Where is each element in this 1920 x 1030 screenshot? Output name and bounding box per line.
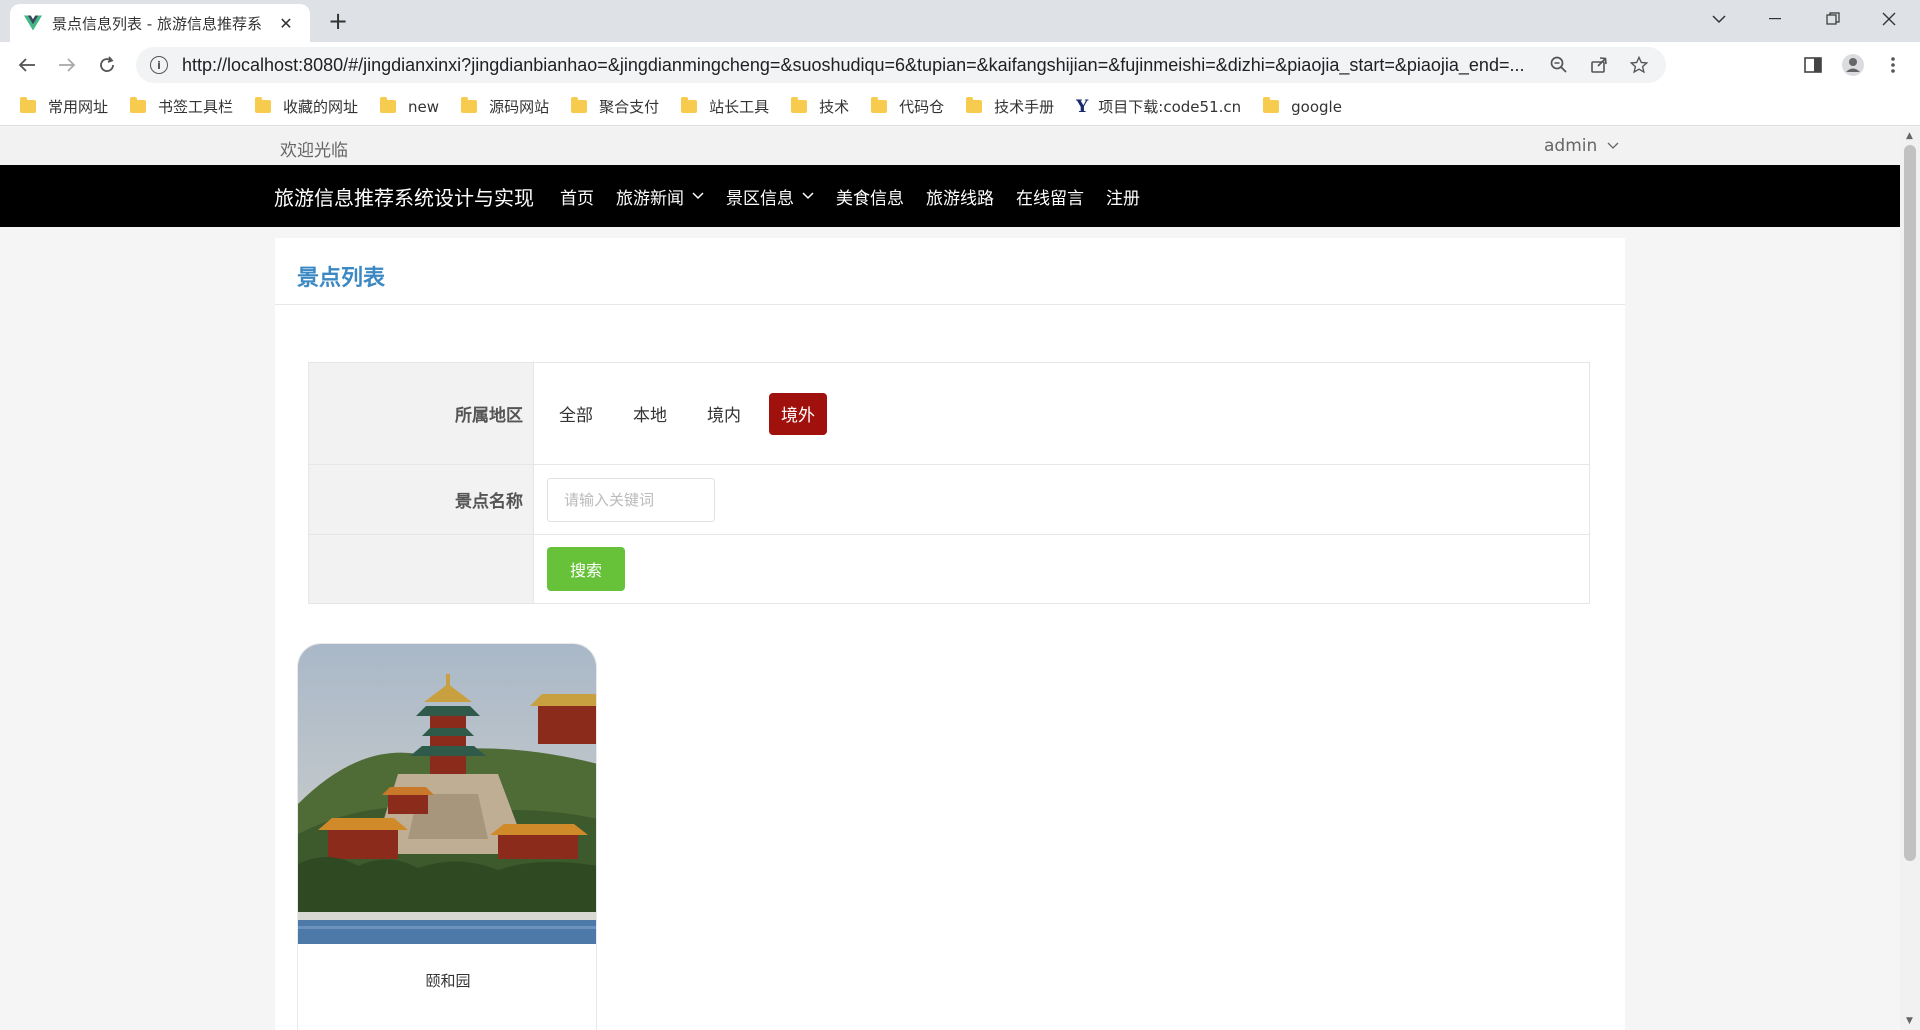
filter-table: 所属地区 全部 本地 境内 境外 景点名称 搜索 (308, 362, 1590, 604)
tab-title: 景点信息列表 - 旅游信息推荐系 (52, 14, 262, 33)
page-scrollbar[interactable]: ▲ ▼ (1900, 127, 1920, 1030)
region-options: 全部 本地 境内 境外 (535, 363, 1589, 464)
name-label: 景点名称 (309, 465, 534, 534)
new-tab-icon[interactable]: + (324, 7, 352, 35)
region-option-overseas[interactable]: 境外 (769, 392, 827, 435)
site-info-icon[interactable]: i (150, 56, 168, 74)
nav-item-scenic[interactable]: 景区信息 (726, 184, 814, 209)
bookmark-item[interactable]: 技术 (791, 96, 849, 117)
side-panel-icon[interactable] (1800, 52, 1826, 78)
nav-item-register[interactable]: 注册 (1106, 184, 1140, 209)
menu-kebab-icon[interactable] (1880, 52, 1906, 78)
scroll-down-icon[interactable]: ▼ (1906, 1016, 1913, 1026)
bookmark-item[interactable]: google (1263, 97, 1342, 116)
region-option-domestic[interactable]: 境内 (695, 393, 753, 435)
bookmark-star-icon[interactable] (1626, 52, 1652, 78)
search-button[interactable]: 搜索 (547, 547, 625, 591)
username: admin (1544, 136, 1598, 156)
bookmark-item[interactable]: 源码网站 (461, 96, 549, 117)
chevron-down-icon (1607, 139, 1619, 153)
welcome-text: 欢迎光临 (280, 141, 348, 161)
nav-item-routes[interactable]: 旅游线路 (926, 184, 994, 209)
bookmark-item[interactable]: 站长工具 (681, 96, 769, 117)
scroll-up-icon[interactable]: ▲ (1906, 131, 1913, 141)
keyword-input[interactable] (547, 477, 715, 522)
url-text[interactable]: http://localhost:8080/#/jingdianxinxi?ji… (182, 55, 1532, 76)
nav-menu: 首页 旅游新闻 景区信息 美食信息 旅游线路 在线留言 注册 (560, 165, 1162, 227)
folder-icon (871, 97, 888, 113)
user-dropdown[interactable]: admin (1544, 136, 1619, 156)
bookmark-item[interactable]: Y 项目下载:code51.cn (1076, 96, 1241, 117)
minimize-icon[interactable] (1752, 4, 1798, 34)
share-icon[interactable] (1586, 52, 1612, 78)
bookmark-item[interactable]: 代码仓 (871, 96, 944, 117)
folder-icon (255, 97, 272, 113)
profile-avatar-icon[interactable] (1840, 52, 1866, 78)
scenic-card[interactable]: 颐和园 (297, 643, 597, 1030)
nav-item-food[interactable]: 美食信息 (836, 184, 904, 209)
actions-cell: 搜索 (535, 535, 1589, 603)
page-title: 景点列表 (297, 266, 386, 291)
region-option-all[interactable]: 全部 (547, 393, 605, 435)
scroll-thumb[interactable] (1904, 145, 1916, 861)
folder-icon (681, 97, 698, 113)
zoom-icon[interactable] (1546, 52, 1572, 78)
nav-item-messages[interactable]: 在线留言 (1016, 184, 1084, 209)
folder-icon (966, 97, 983, 113)
restore-icon[interactable] (1810, 4, 1856, 34)
code51-logo-icon: Y (1076, 96, 1089, 117)
forward-icon[interactable] (52, 50, 82, 80)
tab-close-icon[interactable]: ✕ (276, 13, 296, 33)
name-field-cell (535, 465, 1589, 534)
nav-item-news[interactable]: 旅游新闻 (616, 184, 704, 209)
bookmark-item[interactable]: 技术手册 (966, 96, 1054, 117)
bookmarks-bar: 常用网址 书签工具栏 收藏的网址 new 源码网站 聚合支付 站长工具 技术 代… (0, 88, 1920, 126)
close-window-icon[interactable] (1866, 4, 1912, 34)
folder-icon (130, 97, 147, 113)
folder-icon (380, 97, 397, 113)
tab-search-chevron-icon[interactable] (1696, 4, 1742, 34)
nav-item-home[interactable]: 首页 (560, 184, 594, 209)
welcome-strip: 欢迎光临 admin (0, 127, 1900, 165)
filter-row-actions: 搜索 (309, 535, 1589, 603)
back-icon[interactable] (12, 50, 42, 80)
browser-tab[interactable]: 景点信息列表 - 旅游信息推荐系 ✕ (10, 4, 310, 42)
scenic-name[interactable]: 颐和园 (298, 970, 596, 991)
filter-row-name: 景点名称 (309, 465, 1589, 535)
address-bar[interactable]: i http://localhost:8080/#/jingdianxinxi?… (136, 47, 1666, 83)
filter-row-region: 所属地区 全部 本地 境内 境外 (309, 363, 1589, 465)
empty-label-cell (309, 535, 534, 603)
bookmark-item[interactable]: new (380, 97, 439, 116)
region-option-local[interactable]: 本地 (621, 393, 679, 435)
browser-toolbar: i http://localhost:8080/#/jingdianxinxi?… (0, 42, 1920, 88)
folder-icon (571, 97, 588, 113)
folder-icon (20, 97, 36, 113)
title-divider (275, 304, 1625, 305)
folder-icon (791, 97, 808, 113)
bookmark-item[interactable]: 聚合支付 (571, 96, 659, 117)
chevron-down-icon (802, 189, 814, 203)
page-viewport: 欢迎光临 admin 旅游信息推荐系统设计与实现 首页 旅游新闻 景区信息 美食… (0, 127, 1900, 1030)
reload-icon[interactable] (92, 50, 122, 80)
content-panel: 景点列表 所属地区 全部 本地 境内 境外 景点名称 请输入关键词 搜索 颐和园 (275, 238, 1625, 1030)
main-navbar: 旅游信息推荐系统设计与实现 首页 旅游新闻 景区信息 美食信息 旅游线路 在线留… (0, 165, 1900, 227)
folder-icon (461, 97, 478, 113)
site-title[interactable]: 旅游信息推荐系统设计与实现 (274, 182, 534, 211)
chevron-down-icon (692, 189, 704, 203)
bookmark-item[interactable]: 书签工具栏 (130, 96, 233, 117)
folder-icon (1263, 97, 1280, 113)
browser-tabbar: 景点信息列表 - 旅游信息推荐系 ✕ + (0, 0, 1920, 42)
vue-favicon-icon (24, 15, 42, 31)
region-label: 所属地区 (309, 363, 534, 464)
bookmark-item[interactable]: 常用网址 (20, 96, 108, 117)
bookmark-item[interactable]: 收藏的网址 (255, 96, 358, 117)
scenic-photo[interactable] (298, 644, 597, 944)
